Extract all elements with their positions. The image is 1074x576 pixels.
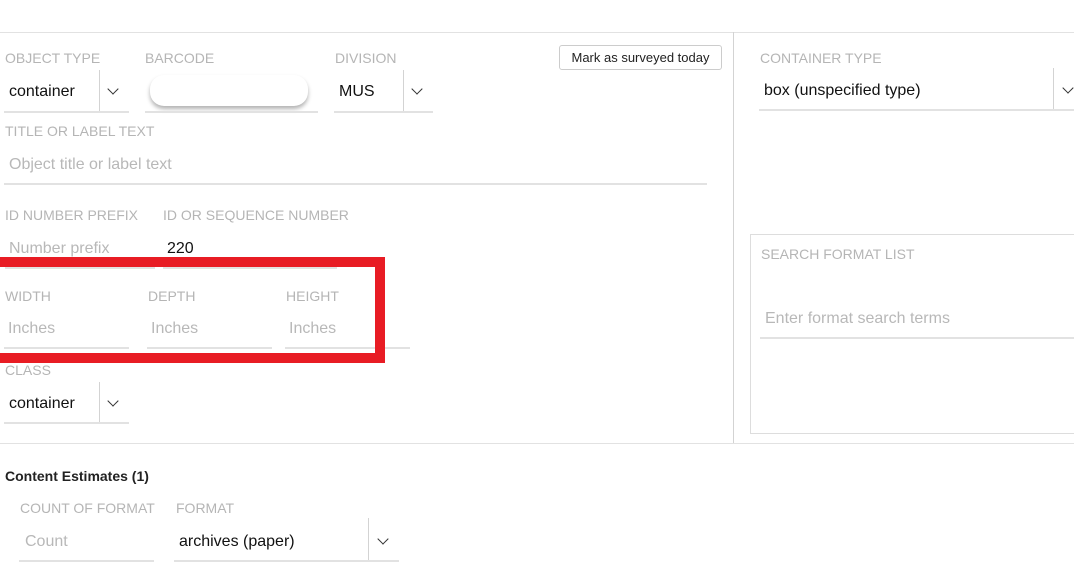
container-type-value: box (unspecified type) [764,82,921,99]
underline [4,422,129,424]
underline [19,560,154,562]
container-type-label: CONTAINER TYPE [760,50,882,66]
count-label: COUNT OF FORMAT [20,500,155,516]
id-sequence-input[interactable]: 220 [167,239,194,259]
chevron-down-icon [107,395,119,407]
title-label: TITLE OR LABEL TEXT [5,123,155,139]
underline [760,337,1074,339]
class-select[interactable]: container [4,380,129,424]
chevron-down-icon [1062,82,1074,94]
search-format-label: SEARCH FORMAT LIST [761,246,915,262]
chevron-down-icon [411,83,423,95]
title-input[interactable]: Object title or label text [9,155,172,175]
division-select[interactable]: MUS [334,68,433,113]
barcode-input[interactable] [150,75,308,106]
underline [759,109,1074,111]
format-value: archives (paper) [179,533,295,550]
underline [174,560,399,562]
highlight-box [0,257,385,363]
underline [4,183,707,185]
class-value: container [9,395,75,412]
content-estimates-heading: Content Estimates (1) [5,468,149,484]
underline [145,111,318,113]
count-input[interactable]: Count [25,532,68,552]
object-type-select[interactable]: container [4,68,129,113]
id-sequence-label: ID OR SEQUENCE NUMBER [163,207,349,223]
object-type-label: OBJECT TYPE [5,50,101,66]
select-divider [368,518,369,560]
chevron-down-icon [107,83,119,95]
barcode-label: BARCODE [145,50,215,66]
underline [4,111,129,113]
format-select[interactable]: archives (paper) [174,518,399,563]
section-divider [0,443,1074,444]
search-format-panel: SEARCH FORMAT LIST Enter format search t… [750,234,1074,434]
select-divider [1053,68,1054,110]
format-label: FORMAT [176,500,235,516]
select-divider [99,382,100,422]
id-prefix-label: ID NUMBER PREFIX [5,207,139,223]
select-divider [99,70,100,111]
underline [334,111,433,113]
column-divider [733,32,734,443]
object-type-value: container [9,83,75,100]
select-divider [403,70,404,111]
container-type-select[interactable]: box (unspecified type) [759,68,1074,112]
division-value: MUS [339,83,375,100]
division-label: DIVISION [335,50,397,66]
mark-surveyed-button[interactable]: Mark as surveyed today [559,45,722,70]
search-format-input[interactable]: Enter format search terms [765,309,950,329]
class-label: CLASS [5,362,51,378]
top-divider [0,32,1074,33]
id-prefix-input[interactable]: Number prefix [9,239,109,259]
chevron-down-icon [377,533,389,545]
